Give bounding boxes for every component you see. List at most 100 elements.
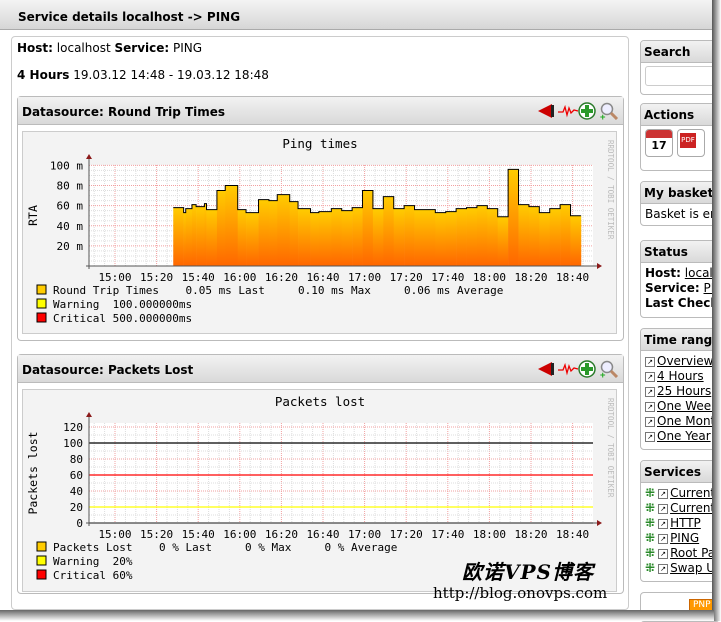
data-bar bbox=[331, 208, 343, 266]
service-item[interactable]: ⁜↗Current Load bbox=[645, 486, 719, 501]
status-title: Status bbox=[641, 241, 719, 263]
rrdtool-credit: RRDTOOL / TOBI OETIKER bbox=[606, 140, 615, 240]
service-link[interactable]: HTTP bbox=[670, 516, 701, 530]
data-bar bbox=[383, 196, 395, 266]
legend-swatch bbox=[36, 541, 47, 552]
data-bar bbox=[185, 208, 193, 266]
x-tick-label: 15:20 bbox=[140, 271, 173, 284]
external-link-icon: ↗ bbox=[658, 518, 669, 529]
range-value: 19.03.12 14:48 - 19.03.12 18:48 bbox=[73, 68, 269, 82]
basket-title: My basket bbox=[641, 182, 719, 204]
time-ranges-box: Time ranges ↗ Overview ↗ 4 Hours ↗ 25 Hours ↗ O… bbox=[640, 328, 720, 450]
time-range-link[interactable]: One Month bbox=[657, 414, 719, 428]
data-bar bbox=[487, 208, 499, 266]
y-axis-label: Packets lost bbox=[26, 431, 40, 514]
data-bar bbox=[204, 203, 207, 266]
datasource-header: Datasource: Packets Lost + bbox=[18, 355, 623, 383]
x-tick-label: 17:00 bbox=[348, 528, 381, 541]
service-link[interactable]: PING bbox=[670, 531, 699, 545]
time-range-link[interactable]: 25 Hours bbox=[657, 384, 711, 398]
time-range-link[interactable]: One Year bbox=[657, 429, 711, 443]
alarm-horn-icon[interactable] bbox=[536, 102, 554, 120]
time-range-link[interactable]: Overview bbox=[657, 354, 714, 368]
x-tick-label: 18:20 bbox=[514, 528, 547, 541]
data-bar bbox=[216, 190, 226, 266]
x-tick-label: 17:20 bbox=[390, 528, 423, 541]
x-tick-label: 16:00 bbox=[223, 271, 256, 284]
chart-ping-times: 20 m 40 m 60 m 80 m 100 m 15:00 15:20 15:40 16:0… bbox=[26, 136, 615, 325]
y-tick-label: 80 m bbox=[57, 180, 84, 193]
data-bar bbox=[341, 210, 353, 266]
data-bar bbox=[173, 207, 184, 266]
datasource-title: Datasource: Round Trip Times bbox=[22, 105, 226, 119]
window-shadow-bottom bbox=[0, 610, 714, 621]
data-bar bbox=[183, 212, 187, 266]
y-axis-arrow bbox=[86, 154, 92, 159]
service-status-icon: ⁜ bbox=[645, 531, 656, 545]
external-link-icon: ↗ bbox=[645, 386, 655, 397]
y-axis-arrow bbox=[86, 412, 92, 417]
time-range-item[interactable]: ↗ 4 Hours bbox=[645, 369, 715, 384]
x-tick-label: 15:40 bbox=[182, 271, 215, 284]
data-bar bbox=[298, 208, 311, 266]
graph-wave-icon[interactable] bbox=[557, 102, 579, 120]
pdf-icon[interactable]: PDF bbox=[677, 129, 705, 157]
chart-title: Ping times bbox=[282, 136, 357, 151]
graph-ping-times[interactable]: 20 m 40 m 60 m 80 m 100 m 15:00 15:20 15:40 16:0… bbox=[22, 131, 617, 334]
data-bar bbox=[258, 199, 270, 266]
legend-entry: Critical 60% bbox=[53, 569, 133, 582]
calendar-icon[interactable]: 17 bbox=[645, 129, 673, 157]
y-tick-label: 100 m bbox=[50, 159, 83, 172]
x-tick-label: 18:40 bbox=[556, 528, 589, 541]
data-bar bbox=[206, 209, 218, 266]
zoom-icon[interactable]: + bbox=[599, 102, 619, 123]
status-last-check-label: Last Check bbox=[645, 296, 719, 310]
y-tick-label: 20 m bbox=[57, 240, 84, 253]
legend-entry: Warning 100.000000ms bbox=[53, 298, 192, 311]
search-input[interactable] bbox=[645, 66, 719, 86]
service-item[interactable]: ⁜ ↗ HTTP bbox=[645, 516, 715, 531]
data-bar bbox=[518, 204, 530, 266]
basket-text: Basket is empty bbox=[645, 207, 719, 221]
datasource-icons: + bbox=[536, 360, 619, 381]
time-range-item[interactable]: ↗ One Week bbox=[645, 399, 718, 414]
time-range-link[interactable]: One Week bbox=[657, 399, 718, 413]
legend-swatch bbox=[36, 312, 47, 323]
search-box: Search bbox=[640, 40, 720, 95]
data-bar bbox=[539, 212, 551, 266]
y-tick-label: 60 bbox=[70, 469, 83, 482]
legend-entry: Round Trip Times 0.05 ms Last 0.10 ms Ma… bbox=[53, 284, 503, 297]
time-range-item[interactable]: ↗ 25 Hours bbox=[645, 384, 715, 399]
x-tick-label: 15:00 bbox=[98, 271, 131, 284]
host-service-line: Host: localhost Service: PING bbox=[17, 41, 202, 55]
service-status-icon: ⁜ bbox=[645, 561, 656, 575]
service-status-icon: ⁜ bbox=[645, 501, 656, 515]
service-item[interactable]: ⁜ ↗ PING bbox=[645, 531, 715, 546]
data-bar bbox=[225, 185, 239, 266]
service-item[interactable]: ⁜↗Current Users bbox=[645, 501, 719, 516]
x-tick-label: 15:00 bbox=[98, 528, 131, 541]
service-item[interactable]: ⁜↗Root Partition bbox=[645, 546, 719, 561]
zoom-icon[interactable]: + bbox=[599, 360, 619, 381]
rrdtool-credit: RRDTOOL / TOBI OETIKER bbox=[606, 398, 615, 498]
external-link-icon: ↗ bbox=[658, 488, 669, 499]
time-range-link[interactable]: 4 Hours bbox=[657, 369, 704, 383]
add-to-basket-icon[interactable] bbox=[578, 360, 596, 378]
graph-wave-icon[interactable] bbox=[557, 360, 579, 378]
svg-text:+: + bbox=[600, 371, 606, 378]
time-range-line: 4 Hours 19.03.12 14:48 - 19.03.12 18:48 bbox=[17, 68, 269, 82]
time-range-item[interactable]: ↗ One Year bbox=[645, 429, 715, 444]
watermark-url: http://blog.onovps.com bbox=[433, 584, 608, 602]
legend-entry: Packets Lost 0 % Last 0 % Max 0 % Averag… bbox=[53, 541, 397, 554]
data-bar bbox=[268, 200, 278, 266]
time-range-item[interactable]: ↗ One Month bbox=[645, 414, 719, 429]
data-bar bbox=[570, 215, 582, 266]
time-range-item[interactable]: ↗ Overview bbox=[645, 354, 715, 369]
service-item[interactable]: ⁜↗Swap Usage bbox=[645, 561, 719, 576]
data-bar bbox=[560, 204, 571, 266]
x-axis-arrow bbox=[597, 263, 602, 269]
add-to-basket-icon[interactable] bbox=[578, 102, 596, 120]
y-tick-label: 20 bbox=[70, 501, 83, 514]
external-link-icon: ↗ bbox=[645, 431, 655, 442]
alarm-horn-icon[interactable] bbox=[536, 360, 554, 378]
